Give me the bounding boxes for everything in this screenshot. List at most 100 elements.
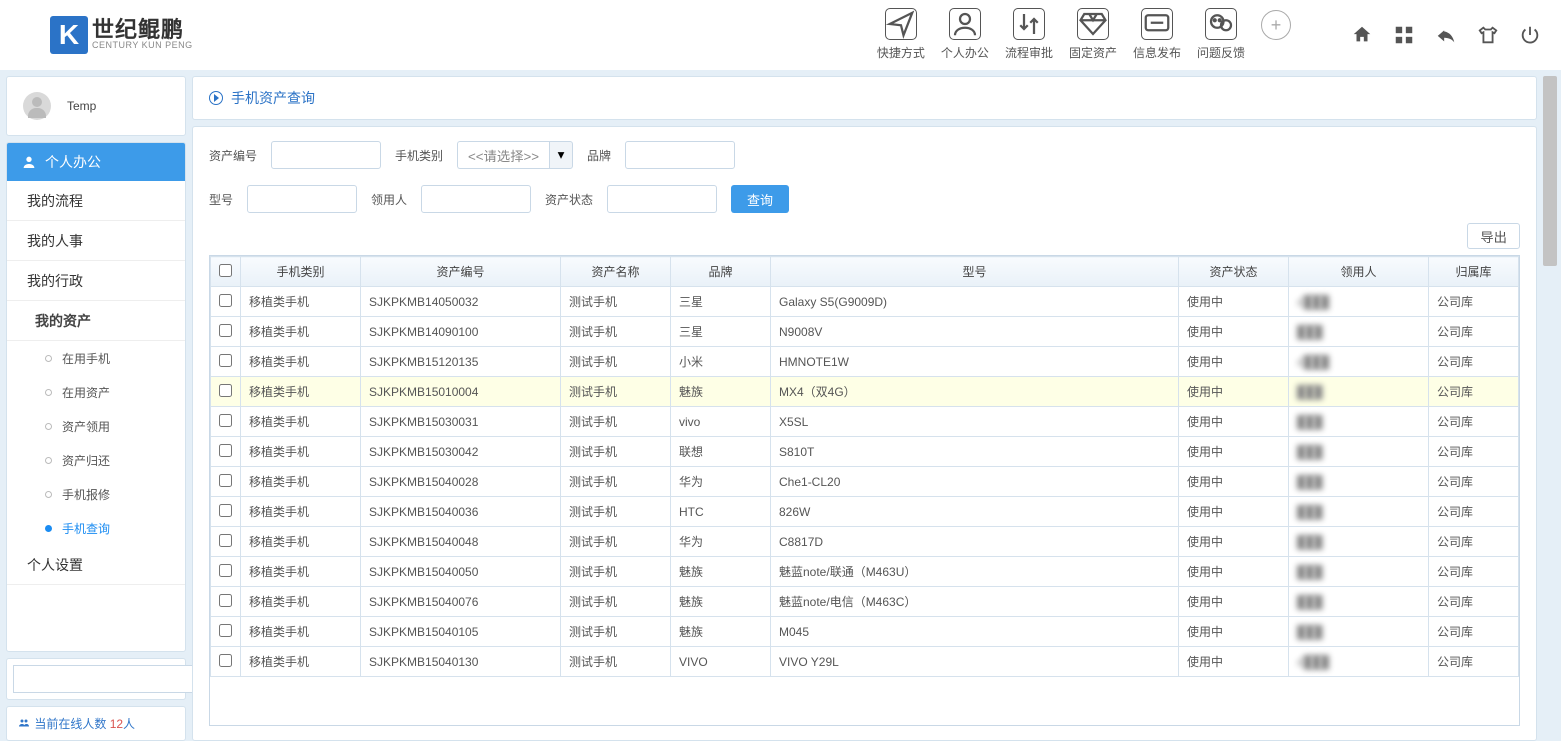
sidebar-item-手机查询[interactable]: 手机查询 [7,511,185,545]
select-phone-type-btn[interactable]: ▾ [549,141,573,169]
table-row[interactable]: 移植类手机SJKPKMB15040048测试手机华为C8817D使用中███公司… [211,527,1519,557]
input-asset-no[interactable] [271,141,381,169]
th-store[interactable]: 归属库 [1429,257,1519,287]
check-all[interactable] [219,264,232,277]
grid-icon[interactable] [1393,24,1415,46]
reply-icon[interactable] [1435,24,1457,46]
top-feedback[interactable]: 问题反馈 [1197,8,1245,61]
user-card[interactable]: Temp [6,76,186,136]
power-icon[interactable] [1519,24,1541,46]
th-type[interactable]: 手机类别 [241,257,361,287]
row-checkbox[interactable] [219,444,232,457]
row-checkbox[interactable] [219,474,232,487]
row-checkbox[interactable] [219,594,232,607]
cell-no: SJKPKMB15040048 [361,527,561,557]
logo-cn: 世纪鲲鹏 [92,19,193,41]
nav-group-hr[interactable]: 我的人事 [7,221,185,261]
dot-icon [45,423,52,430]
nav-group-flow[interactable]: 我的流程 [7,181,185,221]
table-row[interactable]: 移植类手机SJKPKMB14050032测试手机三星Galaxy S5(G900… [211,287,1519,317]
row-checkbox[interactable] [219,624,232,637]
table-row[interactable]: 移植类手机SJKPKMB15030042测试手机联想S810T使用中███公司库 [211,437,1519,467]
export-button[interactable]: 导出 [1467,223,1520,249]
people-icon [17,717,31,729]
cell-status: 使用中 [1179,407,1289,437]
cell-type: 移植类手机 [241,377,361,407]
table-row[interactable]: 移植类手机SJKPKMB15040050测试手机魅族魅蓝note/联通（M463… [211,557,1519,587]
cell-type: 移植类手机 [241,527,361,557]
top-personal[interactable]: 个人办公 [941,8,989,61]
input-model[interactable] [247,185,357,213]
select-phone-type[interactable]: ▾ [457,141,573,169]
sidebar-item-资产归还[interactable]: 资产归还 [7,443,185,477]
th-owner[interactable]: 领用人 [1289,257,1429,287]
label-asset-no: 资产编号 [209,147,257,164]
cell-brand: HTC [671,497,771,527]
top-asset[interactable]: 固定资产 [1069,8,1117,61]
th-name[interactable]: 资产名称 [561,257,671,287]
cell-name: 测试手机 [561,647,671,677]
th-model[interactable]: 型号 [771,257,1179,287]
row-checkbox[interactable] [219,564,232,577]
sidebar-item-手机报修[interactable]: 手机报修 [7,477,185,511]
cell-store: 公司库 [1429,437,1519,467]
home-icon[interactable] [1351,24,1373,46]
row-checkbox[interactable] [219,324,232,337]
sidebar-item-资产领用[interactable]: 资产领用 [7,409,185,443]
row-checkbox[interactable] [219,294,232,307]
cell-model: VIVO Y29L [771,647,1179,677]
row-checkbox[interactable] [219,654,232,667]
send-icon [885,8,917,40]
table-row[interactable]: 移植类手机SJKPKMB15040076测试手机魅族魅蓝note/电信（M463… [211,587,1519,617]
table-row[interactable]: 移植类手机SJKPKMB15030031测试手机vivoX5SL使用中███公司… [211,407,1519,437]
table-row[interactable]: 移植类手机SJKPKMB15040130测试手机VIVOVIVO Y29L使用中… [211,647,1519,677]
nav-header[interactable]: 个人办公 [7,143,185,181]
cell-brand: 三星 [671,317,771,347]
nav-group-settings[interactable]: 个人设置 [7,545,185,585]
sidebar-item-在用资产[interactable]: 在用资产 [7,375,185,409]
th-brand[interactable]: 品牌 [671,257,771,287]
top-add[interactable]: + [1261,8,1291,61]
row-checkbox[interactable] [219,414,232,427]
query-button[interactable]: 查询 [731,185,789,213]
cell-type: 移植类手机 [241,497,361,527]
th-no[interactable]: 资产编号 [361,257,561,287]
sidebar-item-在用手机[interactable]: 在用手机 [7,341,185,375]
cell-owner: ███ [1289,317,1429,347]
cell-type: 移植类手机 [241,347,361,377]
th-status[interactable]: 资产状态 [1179,257,1289,287]
top-shortcut[interactable]: 快捷方式 [877,8,925,61]
search-input[interactable] [13,665,204,693]
table-row[interactable]: 移植类手机SJKPKMB14090100测试手机三星N9008V使用中███公司… [211,317,1519,347]
row-checkbox[interactable] [219,384,232,397]
top-info[interactable]: 信息发布 [1133,8,1181,61]
row-checkbox[interactable] [219,534,232,547]
shirt-icon[interactable] [1477,24,1499,46]
table-row[interactable]: 移植类手机SJKPKMB15040105测试手机魅族M045使用中███公司库 [211,617,1519,647]
table-row[interactable]: 移植类手机SJKPKMB15040028测试手机华为Che1-CL20使用中██… [211,467,1519,497]
table-row[interactable]: 移植类手机SJKPKMB15120135测试手机小米HMNOTE1W使用中d██… [211,347,1519,377]
cell-no: SJKPKMB15030042 [361,437,561,467]
cell-brand: 联想 [671,437,771,467]
input-owner[interactable] [421,185,531,213]
top-right-icons [1351,24,1541,46]
select-phone-type-text[interactable] [457,141,549,169]
input-brand[interactable] [625,141,735,169]
logo[interactable]: K 世纪鲲鹏 CENTURY KUN PENG [50,16,193,54]
nav-group-asset[interactable]: 我的资产 [7,301,185,341]
cell-type: 移植类手机 [241,437,361,467]
row-checkbox[interactable] [219,504,232,517]
cell-store: 公司库 [1429,407,1519,437]
nav-group-admin[interactable]: 我的行政 [7,261,185,301]
table-row[interactable]: 移植类手机SJKPKMB15010004测试手机魅族MX4（双4G）使用中███… [211,377,1519,407]
cell-status: 使用中 [1179,437,1289,467]
table-row[interactable]: 移植类手机SJKPKMB15040036测试手机HTC826W使用中███公司库 [211,497,1519,527]
cell-store: 公司库 [1429,377,1519,407]
cell-no: SJKPKMB15040028 [361,467,561,497]
row-checkbox[interactable] [219,354,232,367]
cell-status: 使用中 [1179,557,1289,587]
top-flow[interactable]: 流程审批 [1005,8,1053,61]
cell-owner: ███ [1289,437,1429,467]
scrollbar-thumb[interactable] [1543,76,1557,266]
input-status[interactable] [607,185,717,213]
